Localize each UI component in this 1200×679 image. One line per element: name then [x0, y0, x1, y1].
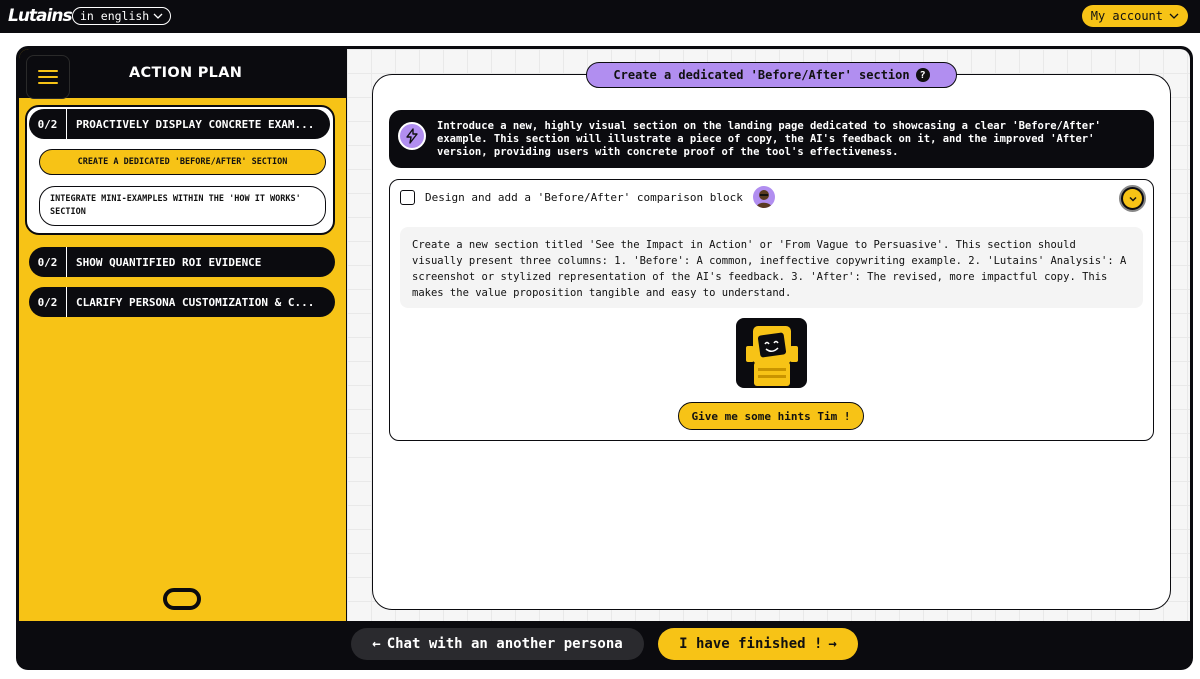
chat-another-persona-label: Chat with an another persona — [386, 636, 623, 652]
section-title: Create a dedicated 'Before/After' sectio… — [613, 68, 910, 82]
lightning-icon — [398, 122, 426, 150]
chevron-down-icon — [1123, 189, 1142, 208]
group-count: 0/2 — [29, 109, 67, 139]
robot-mascot-image — [736, 318, 807, 388]
hint-button[interactable]: Give me some hints Tim ! — [678, 402, 864, 430]
hamburger-icon — [38, 70, 58, 72]
subitem-label: CREATE A DEDICATED 'BEFORE/AFTER' SECTIO… — [77, 157, 288, 167]
persona-avatar — [753, 186, 775, 208]
chat-another-persona-button[interactable]: ← Chat with an another persona — [351, 628, 644, 660]
chevron-down-icon — [1169, 13, 1179, 19]
chevron-down-icon — [153, 13, 163, 19]
account-button[interactable]: My account — [1081, 5, 1188, 27]
sidebar: ACTION PLAN 0/2 PROACTIVELY DISPLAY CONC… — [19, 49, 346, 621]
menu-button[interactable] — [26, 55, 70, 99]
language-label: in english — [80, 9, 150, 23]
arrow-right-icon: → — [828, 636, 837, 652]
task-checkbox[interactable] — [400, 190, 415, 205]
person-icon — [756, 190, 772, 208]
finish-label: I have finished ! — [679, 636, 823, 652]
section-title-badge: Create a dedicated 'Before/After' sectio… — [586, 62, 957, 88]
sidebar-title: ACTION PLAN — [129, 65, 243, 81]
subitem-mini-examples[interactable]: INTEGRATE MINI-EXAMPLES WITHIN THE 'HOW … — [39, 186, 326, 226]
arrow-left-icon: ← — [372, 636, 381, 652]
question-icon[interactable]: ? — [915, 68, 930, 82]
task-description-text: Create a new section titled 'See the Imp… — [412, 239, 1127, 299]
expand-toggle-button[interactable] — [1119, 185, 1146, 212]
group-label: CLARIFY PERSONA CUSTOMIZATION & C... — [76, 295, 315, 309]
hamburger-icon — [38, 76, 58, 78]
hamburger-icon — [38, 82, 58, 84]
group-count: 0/2 — [29, 247, 67, 277]
subitem-before-after[interactable]: CREATE A DEDICATED 'BEFORE/AFTER' SECTIO… — [39, 149, 326, 175]
sidebar-scroll-handle[interactable] — [163, 588, 201, 610]
logo[interactable]: Lutains — [8, 5, 73, 27]
logo-text: Lutains — [8, 6, 73, 26]
action-group-3[interactable]: 0/2 CLARIFY PERSONA CUSTOMIZATION & C... — [29, 287, 335, 317]
top-nav: Lutains in english My account — [0, 0, 1200, 33]
action-group-2[interactable]: 0/2 SHOW QUANTIFIED ROI EVIDENCE — [29, 247, 335, 277]
task-description: Create a new section titled 'See the Imp… — [400, 227, 1143, 308]
intro-text: Introduce a new, highly visual section o… — [437, 120, 1101, 158]
language-selector[interactable]: in english — [72, 7, 172, 25]
intro-box: Introduce a new, highly visual section o… — [389, 110, 1154, 168]
subitem-label: INTEGRATE MINI-EXAMPLES WITHIN THE 'HOW … — [50, 194, 301, 217]
group-label: PROACTIVELY DISPLAY CONCRETE EXAM... — [76, 117, 315, 131]
sidebar-header: ACTION PLAN — [19, 49, 346, 99]
account-label: My account — [1090, 9, 1163, 23]
hint-button-label: Give me some hints Tim ! — [691, 409, 851, 423]
action-group-1[interactable]: 0/2 PROACTIVELY DISPLAY CONCRETE EXAM... — [29, 109, 330, 139]
group-count: 0/2 — [29, 287, 67, 317]
group-label: SHOW QUANTIFIED ROI EVIDENCE — [76, 255, 262, 269]
finish-button[interactable]: I have finished ! → — [658, 628, 858, 660]
task-title: Design and add a 'Before/After' comparis… — [425, 191, 743, 204]
